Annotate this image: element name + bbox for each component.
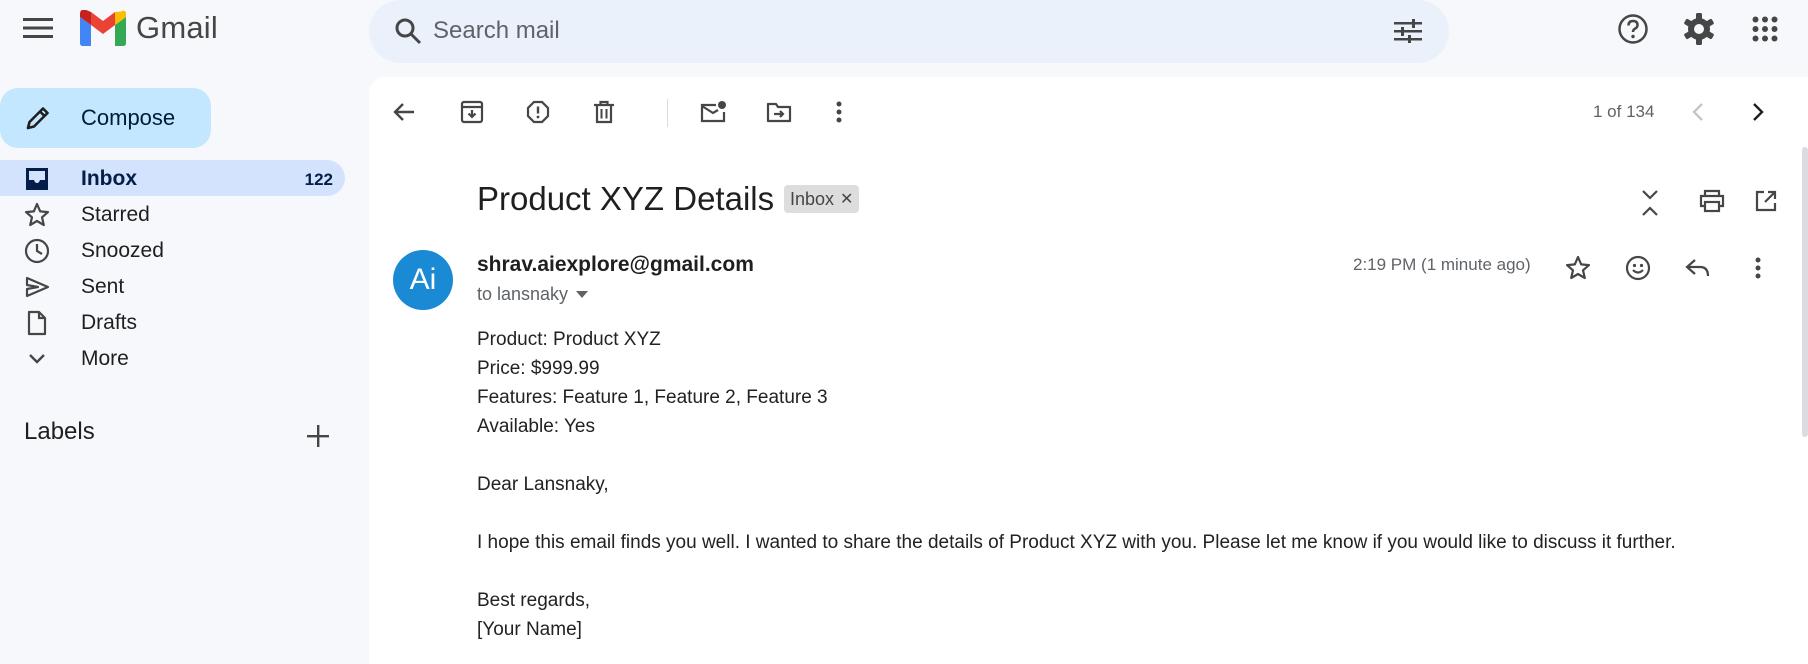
compose-button[interactable]: Compose xyxy=(0,88,211,148)
more-options-icon[interactable] xyxy=(820,93,858,131)
recipient-line[interactable]: to lansnaky xyxy=(477,284,589,305)
body-paragraph: I hope this email finds you well. I want… xyxy=(477,532,1676,553)
body-greeting: Dear Lansnaky, xyxy=(477,474,609,495)
sidebar-item-drafts[interactable]: Drafts xyxy=(0,304,345,340)
star-icon xyxy=(24,202,50,227)
archive-icon[interactable] xyxy=(453,93,491,131)
open-new-window-icon[interactable] xyxy=(1747,182,1785,220)
message-more-icon[interactable] xyxy=(1739,249,1777,287)
back-arrow-icon[interactable] xyxy=(385,93,423,131)
reply-icon[interactable] xyxy=(1679,249,1717,287)
body-signature: [Your Name] xyxy=(477,619,582,640)
gmail-logo[interactable]: Gmail xyxy=(80,10,218,46)
email-body: Product: Product XYZ Price: $999.99 Feat… xyxy=(477,325,1676,644)
body-closing: Best regards, xyxy=(477,590,590,611)
clock-icon xyxy=(24,238,50,264)
gmail-m-icon xyxy=(80,10,126,46)
sidebar-item-sent[interactable]: Sent xyxy=(0,268,345,304)
sidebar-item-more[interactable]: More xyxy=(0,340,345,376)
newer-chevron-left-icon[interactable] xyxy=(1679,93,1717,131)
body-line-features: Features: Feature 1, Feature 2, Feature … xyxy=(477,387,828,408)
report-spam-icon[interactable] xyxy=(519,93,557,131)
search-bar[interactable] xyxy=(369,0,1449,63)
older-chevron-right-icon[interactable] xyxy=(1739,93,1777,131)
app-name: Gmail xyxy=(136,10,218,45)
print-icon[interactable] xyxy=(1693,182,1731,220)
top-right-actions xyxy=(1610,6,1808,52)
inbox-icon xyxy=(26,168,48,190)
sidebar-nav: Inbox 122 Starred Snoozed Sent Drafts Mo… xyxy=(0,160,345,376)
move-to-folder-icon[interactable] xyxy=(760,93,798,131)
add-label-icon[interactable] xyxy=(302,420,334,452)
delete-trash-icon[interactable] xyxy=(585,93,623,131)
apps-grid-icon[interactable] xyxy=(1742,6,1788,52)
chevron-down-icon xyxy=(29,354,45,364)
body-line-available: Available: Yes xyxy=(477,416,595,437)
message-toolbar: 1 of 134 xyxy=(369,77,1808,147)
toolbar-divider xyxy=(667,99,668,127)
message-timestamp: 2:19 PM (1 minute ago) xyxy=(1353,255,1531,274)
sidebar-item-inbox[interactable]: Inbox 122 xyxy=(0,160,345,196)
search-icon[interactable] xyxy=(387,10,429,52)
settings-gear-icon[interactable] xyxy=(1676,6,1722,52)
pencil-icon xyxy=(26,107,49,130)
search-options-icon[interactable] xyxy=(1387,10,1429,52)
pagination-count: 1 of 134 xyxy=(1593,102,1655,121)
compose-label: Compose xyxy=(81,105,176,130)
inbox-unread-count: 122 xyxy=(304,170,333,189)
remove-label-icon[interactable]: ✕ xyxy=(840,189,853,209)
help-icon[interactable] xyxy=(1610,6,1656,52)
body-line-product: Product: Product XYZ xyxy=(477,329,661,350)
recipient-text: to lansnaky xyxy=(477,284,569,304)
sidebar-item-snoozed[interactable]: Snoozed xyxy=(0,232,345,268)
body-line-price: Price: $999.99 xyxy=(477,358,600,379)
top-bar: Gmail xyxy=(0,0,1808,63)
message-view: 1 of 134 Product XYZ Details Inbox ✕ Ai … xyxy=(369,77,1808,664)
sender-avatar[interactable]: Ai xyxy=(393,250,453,310)
main-menu-icon[interactable] xyxy=(18,8,58,48)
collapse-all-icon[interactable] xyxy=(1631,184,1669,222)
emoji-reaction-icon[interactable] xyxy=(1619,249,1657,287)
inbox-label-chip: Inbox ✕ xyxy=(784,185,860,213)
labels-heading: Labels xyxy=(24,418,95,445)
mark-unread-icon[interactable] xyxy=(694,93,732,131)
scrollbar[interactable] xyxy=(1802,147,1808,437)
email-subject: Product XYZ Details xyxy=(477,180,775,217)
caret-down-icon[interactable] xyxy=(576,290,589,299)
star-message-icon[interactable] xyxy=(1559,249,1597,287)
sender-email[interactable]: shrav.aiexplore@gmail.com xyxy=(477,253,754,277)
label-chip-text: Inbox xyxy=(790,188,835,209)
sidebar-item-starred[interactable]: Starred xyxy=(0,196,345,232)
search-input[interactable] xyxy=(433,12,1333,50)
send-icon xyxy=(25,276,50,298)
draft-icon xyxy=(27,310,47,336)
